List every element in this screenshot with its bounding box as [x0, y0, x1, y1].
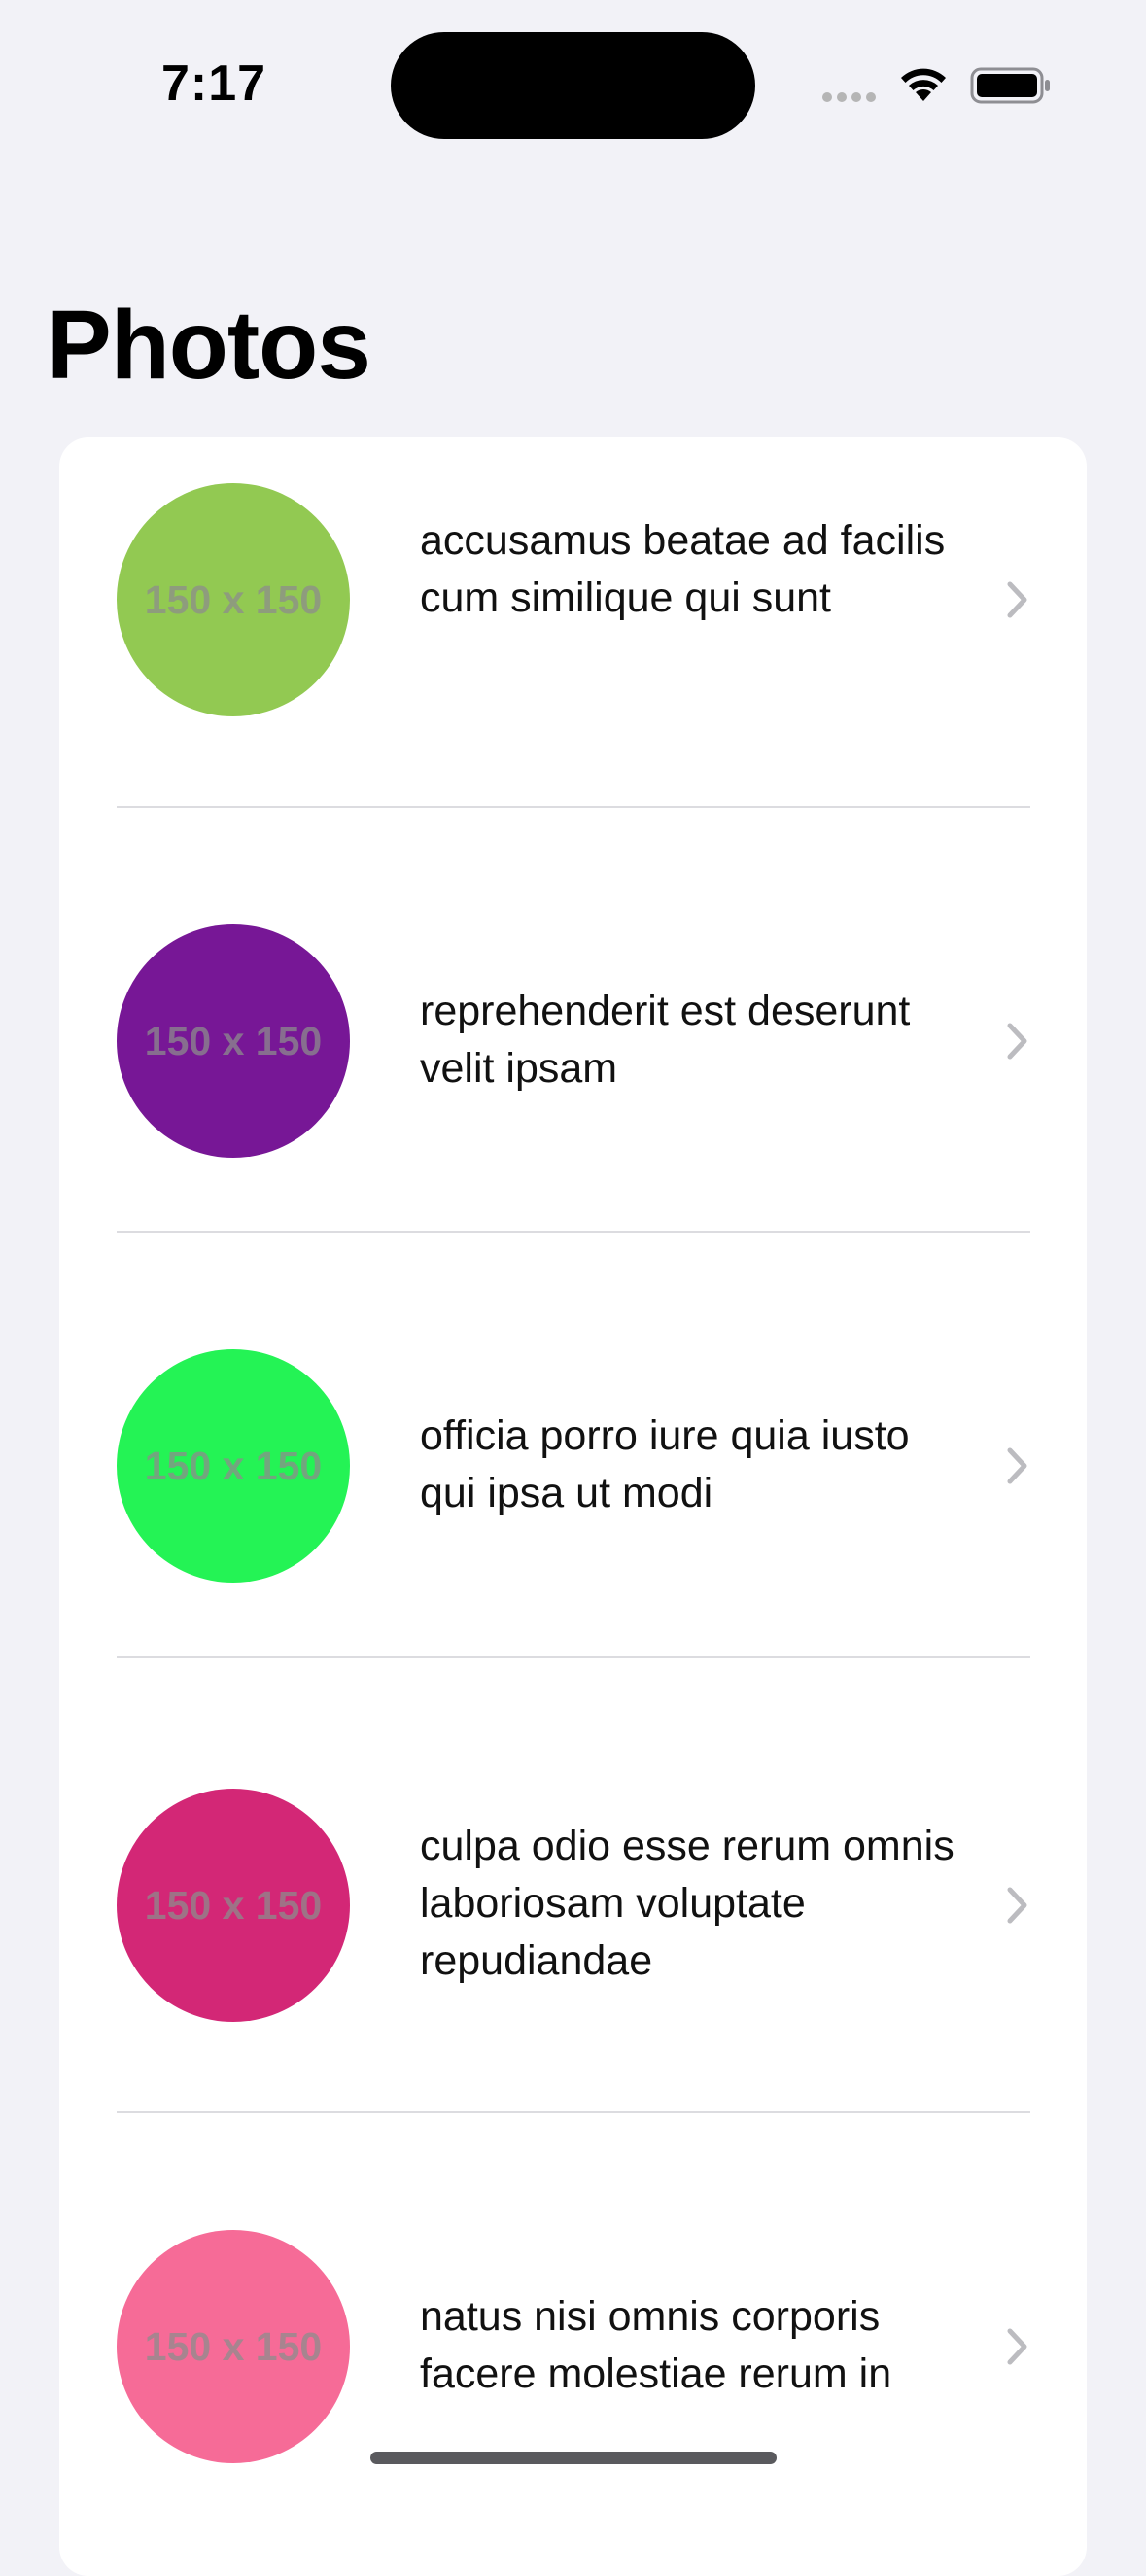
list-item[interactable]: 150 x 150 reprehenderit est deserunt vel… — [59, 808, 1087, 1232]
photo-thumbnail: 150 x 150 — [117, 1349, 350, 1583]
status-time: 7:17 — [161, 55, 267, 112]
photo-title: natus nisi omnis corporis facere molesti… — [420, 2293, 892, 2397]
photo-list: 150 x 150 accusamus beatae ad facilis cu… — [59, 437, 1087, 2576]
photo-thumbnail: 150 x 150 — [117, 483, 350, 716]
cellular-signal-icon — [822, 92, 876, 102]
list-item[interactable]: 150 x 150 officia porro iure quia iusto … — [59, 1233, 1087, 1657]
chevron-right-icon — [1007, 581, 1027, 618]
list-item[interactable]: 150 x 150 culpa odio esse rerum omnis la… — [59, 1658, 1087, 2112]
photo-title: officia porro iure quia iusto qui ipsa u… — [420, 1412, 910, 1516]
status-bar: 7:17 — [0, 0, 1146, 165]
dynamic-island — [391, 32, 755, 139]
page-title: Photos — [47, 291, 371, 400]
photo-thumbnail: 150 x 150 — [117, 924, 350, 1158]
photo-thumbnail: 150 x 150 — [117, 1789, 350, 2022]
chevron-right-icon — [1007, 1023, 1027, 1060]
photo-thumbnail: 150 x 150 — [117, 2230, 350, 2463]
wifi-icon — [901, 68, 946, 101]
list-item[interactable]: 150 x 150 accusamus beatae ad facilis cu… — [59, 437, 1087, 807]
photo-title: reprehenderit est deserunt velit ipsam — [420, 988, 911, 1092]
chevron-right-icon — [1007, 2328, 1027, 2365]
battery-icon — [970, 67, 1050, 104]
chevron-right-icon — [1007, 1447, 1027, 1484]
photo-title: culpa odio esse rerum omnis laboriosam v… — [420, 1823, 955, 1984]
chevron-right-icon — [1007, 1887, 1027, 1924]
home-indicator[interactable] — [370, 2452, 777, 2464]
list-item[interactable]: 150 x 150 natus nisi omnis corporis face… — [59, 2113, 1087, 2576]
photo-title: accusamus beatae ad facilis cum similiqu… — [420, 517, 946, 621]
